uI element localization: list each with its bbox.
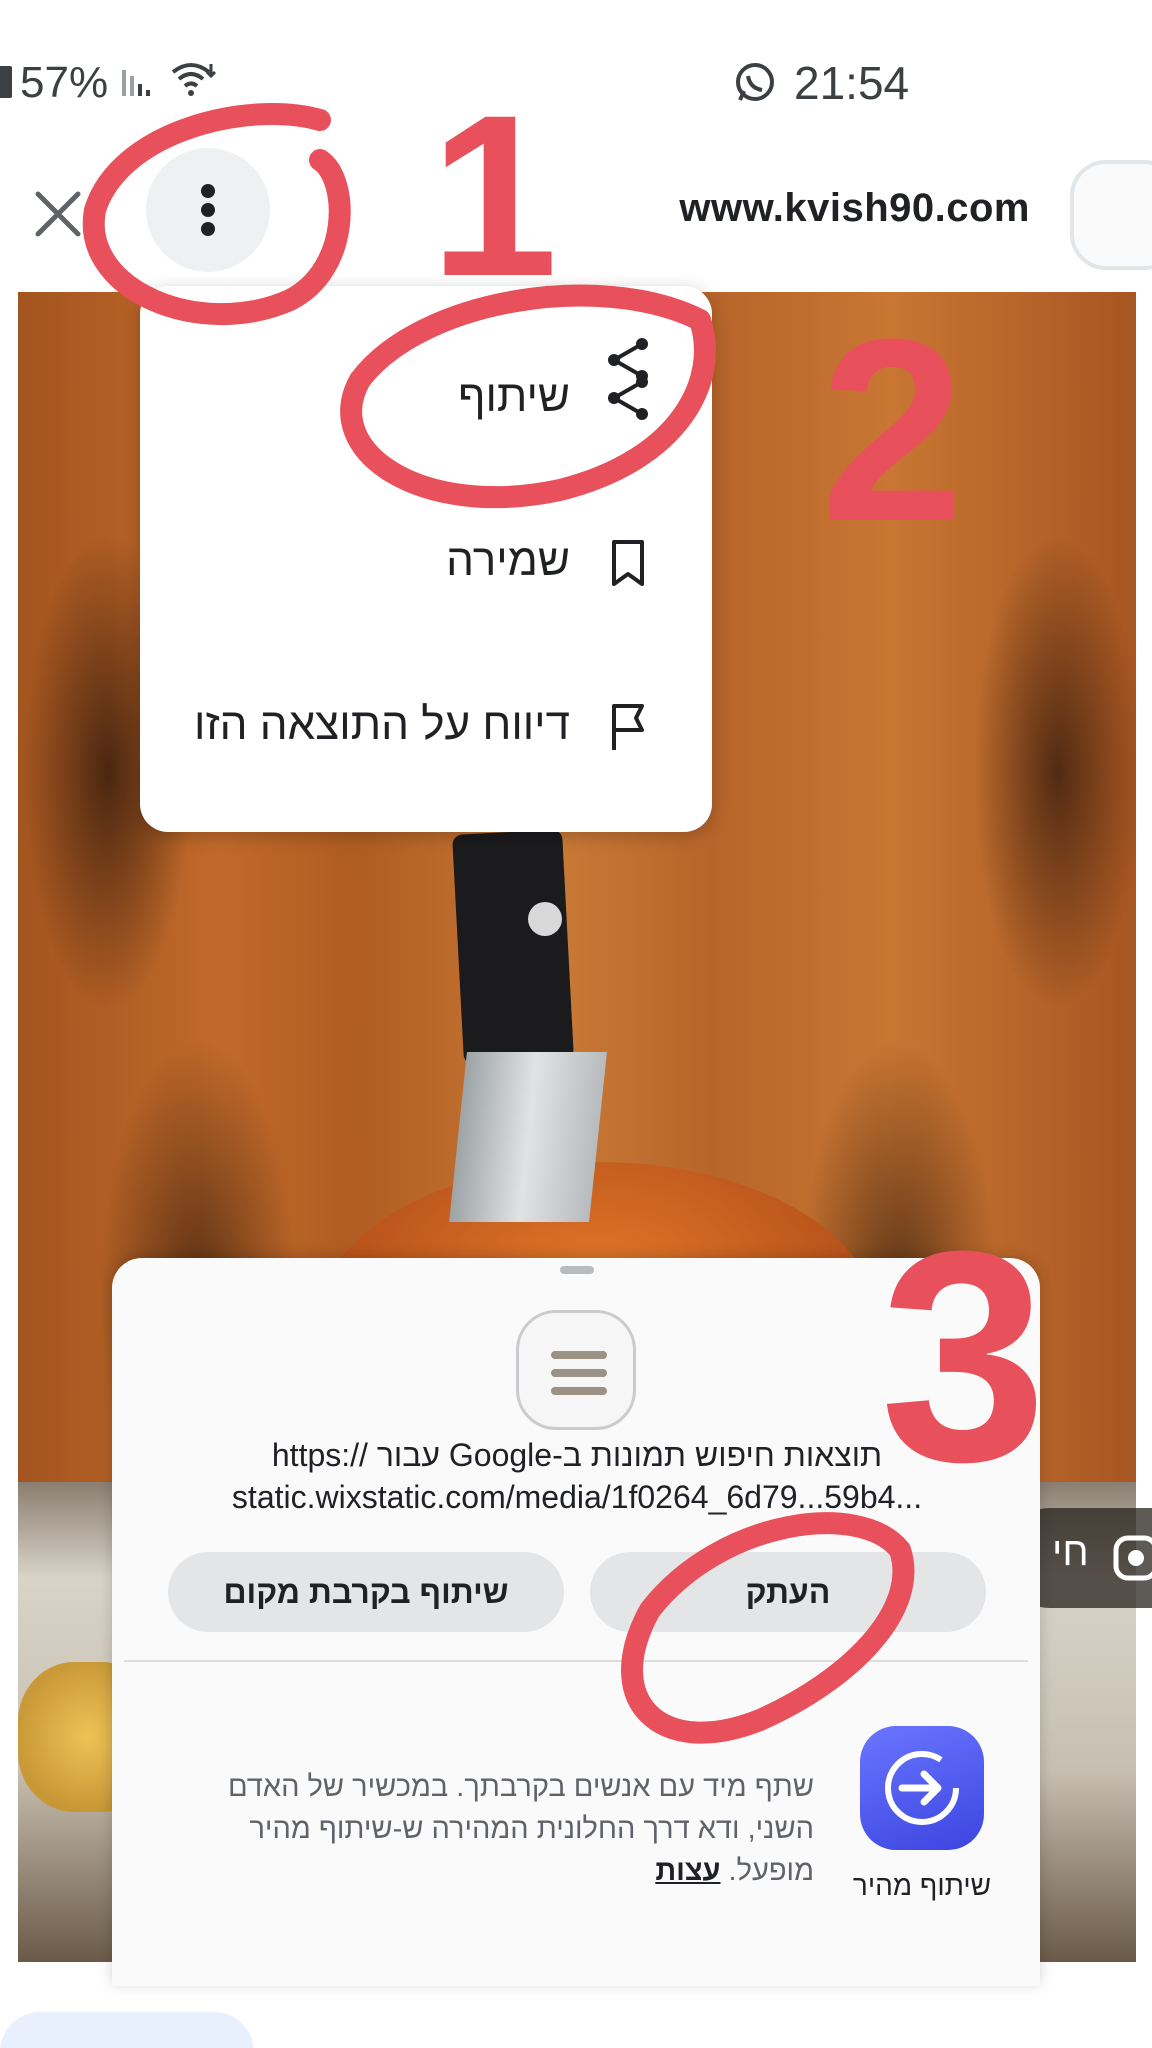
share-url: static.wixstatic.com/media/1f0264_6d79..…: [231, 1479, 923, 1515]
share-sheet: תוצאות חיפוש תמונות ב-Google עבור //:htt…: [112, 1258, 1040, 1986]
menu-item-share-row[interactable]: שיתוף: [140, 328, 712, 468]
share-title: תוצאות חיפוש תמונות ב-Google עבור //:htt…: [271, 1437, 883, 1473]
tips-link[interactable]: עצות: [655, 1855, 720, 1887]
quick-share-label: שיתוף מהיר: [852, 1870, 992, 1901]
quick-share-icon: [885, 1751, 959, 1825]
divider: [124, 1660, 1028, 1662]
quick-share-description: שתף מיד עם אנשים בקרבתך. במכשיר של האדם …: [200, 1766, 814, 1892]
bookmark-icon: [612, 540, 644, 586]
menu-lines-icon: [551, 1387, 607, 1395]
share-preview-icon: [516, 1310, 636, 1430]
menu-lines-icon: [551, 1351, 607, 1359]
more-vert-icon: [201, 203, 215, 217]
menu-lines-icon: [551, 1369, 607, 1377]
lens-chip-label: חי: [1052, 1530, 1089, 1574]
wifi-icon: [171, 63, 216, 96]
menu-item-save[interactable]: שמירה: [140, 492, 712, 632]
menu-item-report[interactable]: דיווח על התוצאה הזו: [140, 656, 712, 796]
whatsapp-icon: [736, 63, 774, 101]
site-favicon-icon: [1070, 160, 1152, 270]
signal-icon: [122, 70, 150, 96]
bottom-chip[interactable]: [0, 2012, 254, 2048]
menu-label-share: שיתוף: [458, 372, 570, 421]
copy-button[interactable]: העתק: [590, 1552, 986, 1632]
site-url[interactable]: www.kvish90.com: [679, 186, 1030, 231]
status-bar: 57% 21:54: [0, 0, 1152, 150]
photo-knife-rivet: [528, 902, 562, 936]
battery-icon: [0, 66, 12, 98]
close-icon[interactable]: [30, 186, 86, 242]
menu-label-save: שמירה: [446, 536, 570, 585]
flag-icon: [612, 704, 644, 750]
sheet-drag-handle[interactable]: [560, 1266, 594, 1274]
clock: 21:54: [794, 57, 910, 109]
nearby-share-button[interactable]: שיתוף בקרבת מקום: [168, 1552, 564, 1632]
menu-label-report: דיווח על התוצאה הזו: [194, 700, 570, 749]
photo-knife-handle: [452, 829, 574, 1065]
more-vert-icon: [201, 222, 215, 236]
more-vert-icon: [201, 184, 215, 198]
lens-icon: [1113, 1535, 1152, 1581]
quick-share-button[interactable]: [860, 1726, 984, 1850]
battery-level: 57%: [20, 58, 109, 107]
more-options-button[interactable]: [146, 148, 270, 272]
photo-knife-blade: [449, 1052, 607, 1222]
quick-share-description-text: שתף מיד עם אנשים בקרבתך. במכשיר של האדם …: [228, 1771, 814, 1887]
share-icon: [608, 376, 648, 420]
